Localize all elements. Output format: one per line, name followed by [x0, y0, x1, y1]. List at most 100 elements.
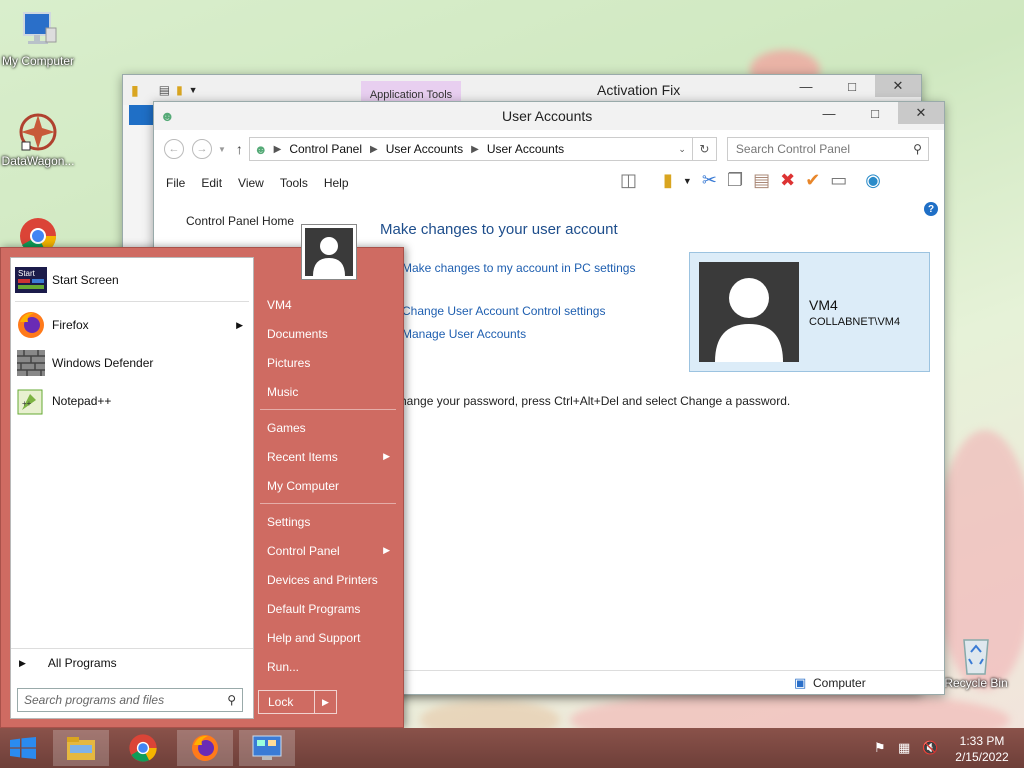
menu-file[interactable]: File	[166, 176, 185, 190]
address-row: ← → ▼ ↑ ☻ ▶ Control Panel ▶ User Account…	[154, 132, 944, 166]
paste-icon[interactable]: ▤	[753, 170, 770, 191]
recent-locations-icon[interactable]: ▼	[218, 145, 226, 154]
up-button[interactable]: ↑	[236, 141, 243, 157]
page-title: Make changes to your user account	[380, 221, 618, 238]
lock-options-button[interactable]: ▶	[315, 690, 337, 714]
chevron-right-icon: ▶	[273, 143, 282, 155]
properties-icon[interactable]: ▤	[159, 83, 170, 97]
taskbar-control-panel[interactable]	[239, 730, 295, 766]
breadcrumb-item[interactable]: User Accounts	[386, 142, 463, 156]
link-uac-settings[interactable]: Change User Account Control settings	[402, 304, 605, 318]
program-start-screen[interactable]: Start Start Screen	[11, 261, 253, 299]
menu-view[interactable]: View	[238, 176, 264, 190]
rename-icon[interactable]: ▭	[830, 170, 847, 191]
minimize-button[interactable]: —	[783, 75, 829, 97]
program-notepadpp[interactable]: ++ Notepad++	[11, 382, 253, 420]
desktop-icon-label: DataWagon...	[1, 154, 75, 168]
start-menu-programs-pane: Start Start Screen Firefox ▶ Windows Def…	[10, 257, 254, 719]
search-icon[interactable]: ⚲	[913, 142, 922, 156]
clock[interactable]: 1:33 PM 2/15/2022	[950, 733, 1014, 765]
places-item-settings[interactable]: Settings	[256, 507, 396, 536]
delete-icon[interactable]: ✖	[780, 170, 795, 191]
places-item-my-computer[interactable]: My Computer	[256, 471, 396, 500]
all-programs-label: All Programs	[47, 656, 117, 670]
desktop-icon-label: Recycle Bin	[944, 676, 1008, 690]
search-icon[interactable]: ⚲	[227, 693, 236, 707]
folder-options-icon[interactable]: ▮	[663, 170, 673, 191]
tray-action-center-icon[interactable]: ⚑	[874, 740, 886, 756]
menu-edit[interactable]: Edit	[201, 176, 222, 190]
search-box[interactable]: Search Control Panel ⚲	[726, 137, 929, 161]
places-item-user[interactable]: VM4	[256, 290, 396, 319]
places-item-recent-items[interactable]: Recent Items ▶	[256, 442, 396, 471]
user-accounts-icon: ☻	[160, 108, 175, 124]
start-search-box[interactable]: Search programs and files ⚲	[17, 688, 243, 712]
chevron-down-icon[interactable]: ▼	[189, 85, 198, 95]
chevron-right-icon: ▶	[471, 143, 479, 155]
toolbar: ◫ ▮ ▼ ✂ ❐ ▤ ✖ ✔ ▭ ◉	[620, 170, 881, 191]
places-item-default-programs[interactable]: Default Programs	[256, 594, 396, 623]
places-label: Documents	[267, 326, 328, 341]
refresh-button[interactable]: ↻	[692, 137, 717, 161]
program-firefox[interactable]: Firefox ▶	[11, 306, 253, 344]
forward-button[interactable]: →	[192, 139, 212, 159]
places-item-run[interactable]: Run...	[256, 652, 396, 681]
chevron-right-icon: ▶	[370, 143, 378, 155]
start-button[interactable]	[0, 730, 46, 766]
divider	[260, 409, 396, 410]
clock-time: 1:33 PM	[959, 734, 1005, 748]
taskbar-file-explorer[interactable]	[53, 730, 109, 766]
places-item-games[interactable]: Games	[256, 413, 396, 442]
chevron-right-icon[interactable]: ▶	[236, 320, 243, 331]
taskbar-chrome[interactable]	[115, 730, 171, 766]
user-tile[interactable]	[301, 224, 357, 280]
copy-icon[interactable]: ❐	[727, 170, 743, 191]
back-button[interactable]: ←	[164, 139, 184, 159]
places-item-devices-printers[interactable]: Devices and Printers	[256, 565, 396, 594]
tray-volume-muted-icon[interactable]: 🔇	[922, 740, 938, 756]
places-item-documents[interactable]: Documents	[256, 319, 396, 348]
all-programs-button[interactable]: ▶ All Programs	[19, 656, 117, 670]
places-item-help-support[interactable]: Help and Support	[256, 623, 396, 652]
breadcrumb-item[interactable]: Control Panel	[289, 142, 362, 156]
sidebar-link-control-panel-home[interactable]: Control Panel Home	[186, 214, 294, 228]
lock-button[interactable]: Lock	[258, 690, 315, 714]
menu-help[interactable]: Help	[324, 176, 349, 190]
firefox-icon	[192, 735, 218, 761]
tray-network-icon[interactable]: ▦	[898, 740, 910, 756]
clock-date: 2/15/2022	[955, 750, 1009, 764]
desktop-icon-my-computer[interactable]: My Computer	[0, 10, 76, 68]
close-button[interactable]: ✕	[875, 75, 921, 97]
maximize-button[interactable]: □	[829, 75, 875, 97]
menu-bar: File Edit View Tools Help	[166, 176, 365, 190]
close-button[interactable]: ✕	[898, 102, 944, 124]
cut-icon[interactable]: ✂	[702, 170, 717, 191]
address-bar[interactable]: ☻ ▶ Control Panel ▶ User Accounts ▶ User…	[248, 137, 693, 161]
divider	[260, 503, 396, 504]
layout-icon[interactable]: ◫	[620, 170, 637, 191]
checkmark-icon[interactable]: ✔	[805, 170, 820, 191]
link-manage-accounts[interactable]: Manage User Accounts	[402, 327, 526, 341]
chevron-down-icon[interactable]: ⌄	[678, 144, 686, 155]
places-item-control-panel[interactable]: Control Panel ▶	[256, 536, 396, 565]
help-icon[interactable]: ?	[924, 202, 938, 216]
maximize-button[interactable]: □	[852, 102, 898, 124]
places-label: Run...	[267, 659, 300, 674]
places-item-pictures[interactable]: Pictures	[256, 348, 396, 377]
breadcrumb-item[interactable]: User Accounts	[487, 142, 564, 156]
menu-tools[interactable]: Tools	[280, 176, 308, 190]
minimize-button[interactable]: —	[806, 102, 852, 124]
link-pc-settings[interactable]: Make changes to my account in PC setting…	[402, 261, 635, 275]
desktop-icon-datawagon[interactable]: DataWagon...	[0, 110, 76, 168]
program-windows-defender[interactable]: Windows Defender	[11, 344, 253, 382]
places-label: VM4	[267, 297, 292, 312]
taskbar-firefox[interactable]	[177, 730, 233, 766]
taskbar: ⚑ ▦ 🔇 1:33 PM 2/15/2022	[0, 728, 1024, 768]
start-menu: Start Start Screen Firefox ▶ Windows Def…	[0, 224, 404, 728]
control-panel-icon: ☻	[253, 141, 268, 157]
new-folder-icon[interactable]: ▮	[176, 83, 183, 97]
chevron-down-icon[interactable]: ▼	[683, 176, 692, 186]
desktop-icon-recycle-bin[interactable]: Recycle Bin	[938, 632, 1014, 690]
places-item-music[interactable]: Music	[256, 377, 396, 406]
globe-icon[interactable]: ◉	[865, 170, 881, 191]
